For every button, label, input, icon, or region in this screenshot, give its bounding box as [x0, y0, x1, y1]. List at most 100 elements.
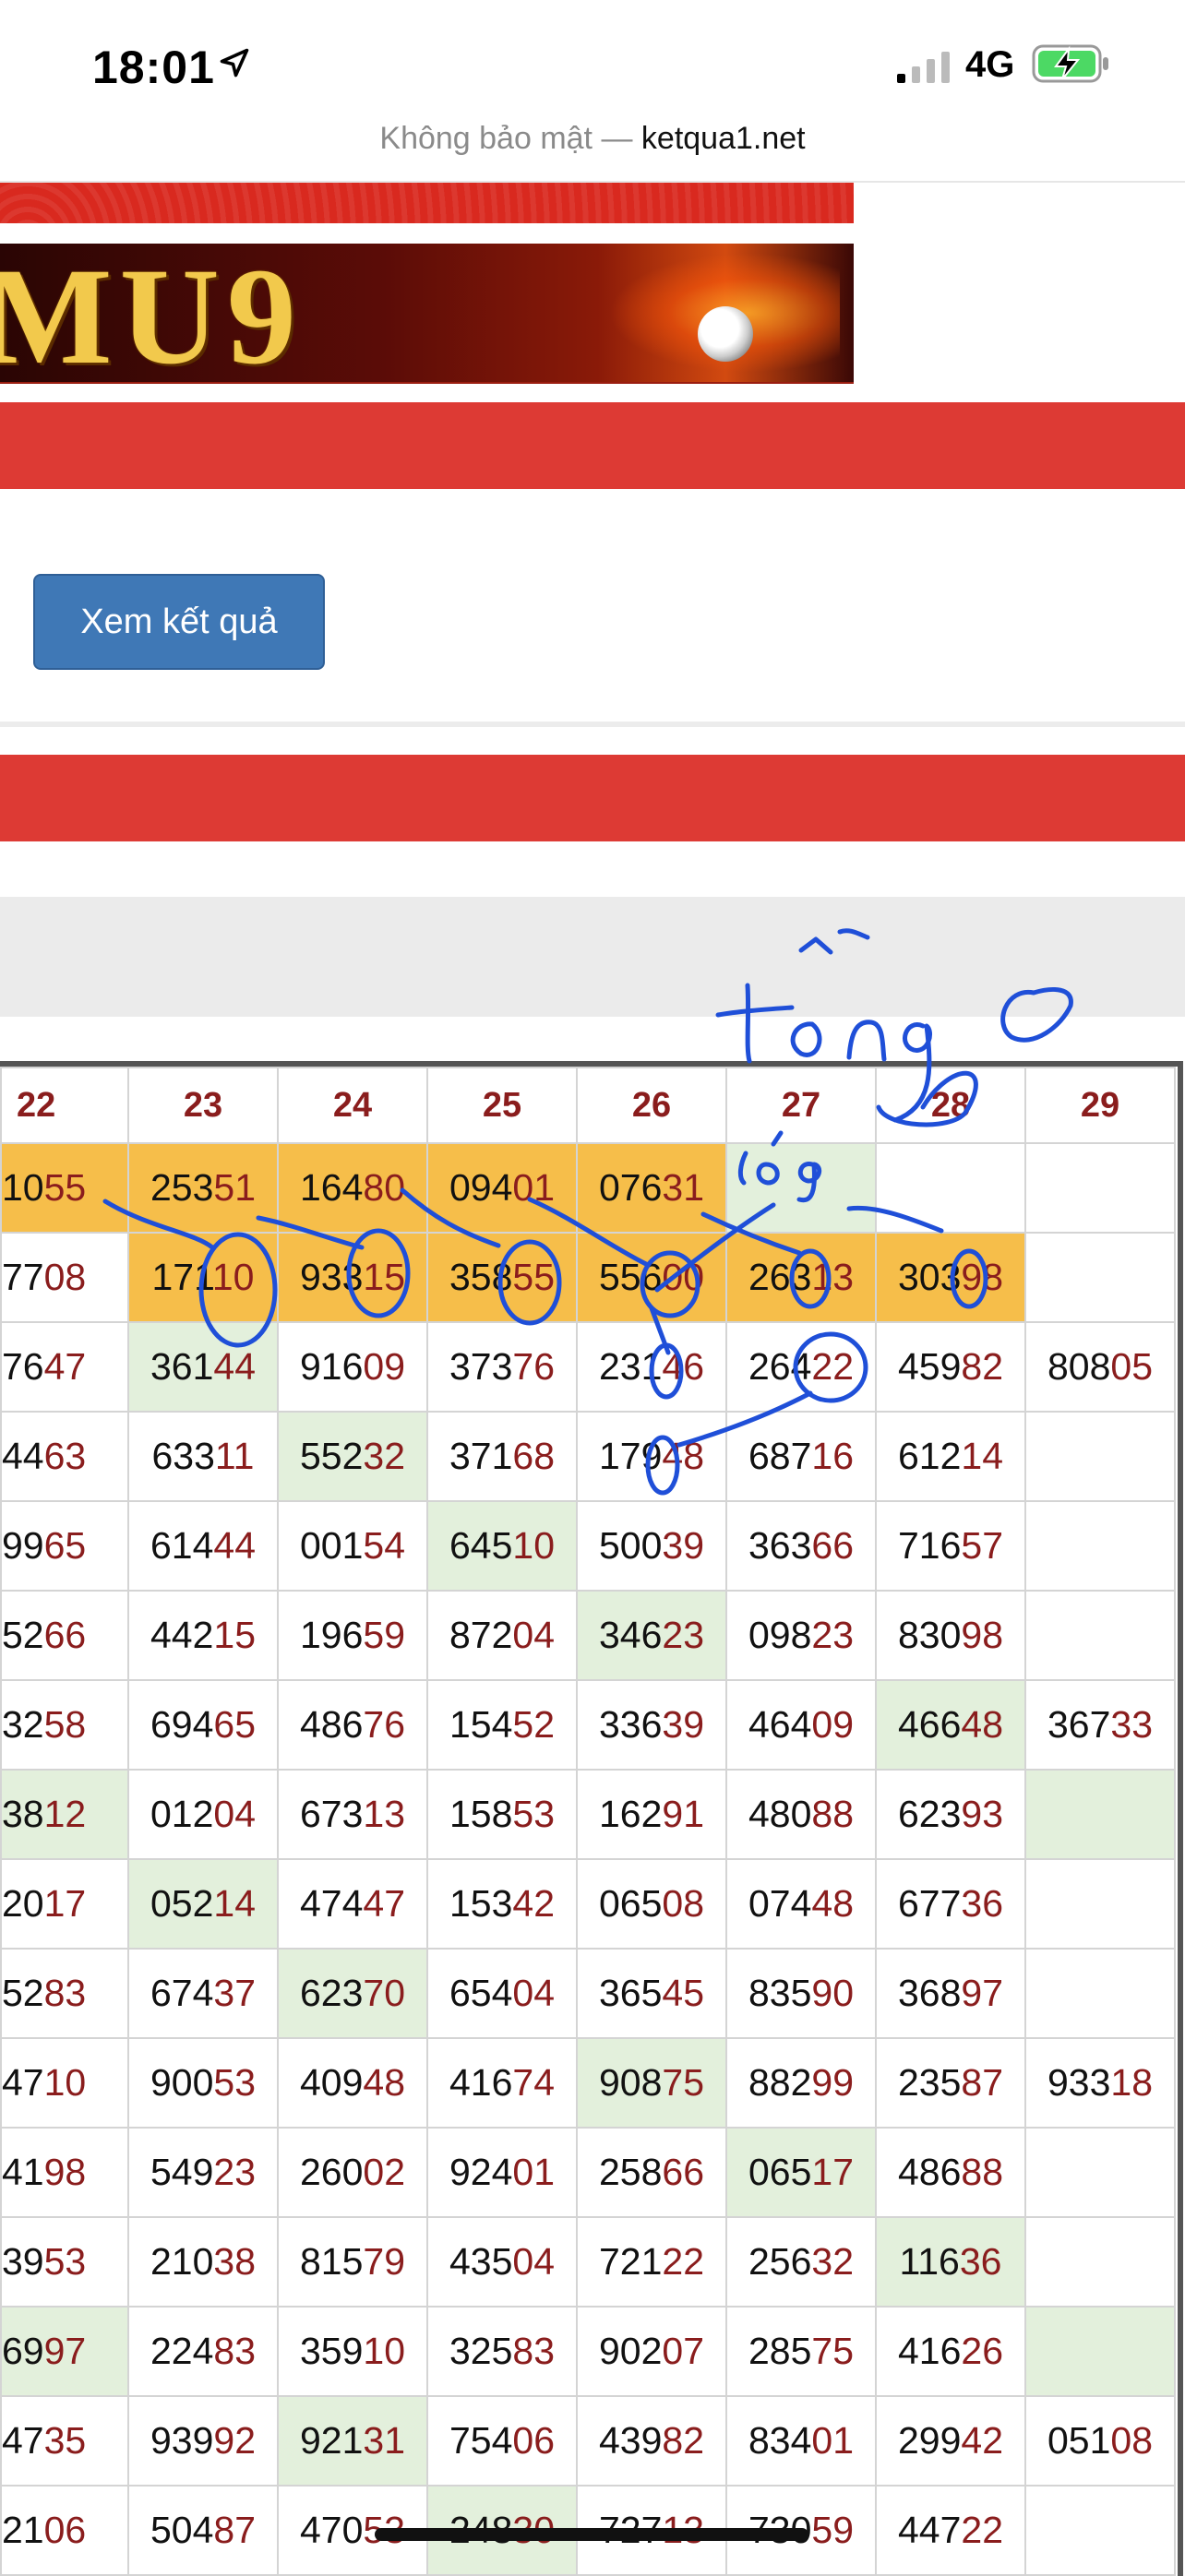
number-tail: 82 — [662, 2419, 705, 2462]
address-bar[interactable]: Không bảo mật — ketqua1.net — [0, 111, 1185, 166]
number-tail: 04 — [512, 1614, 556, 1656]
number-tail: 87 — [213, 2509, 257, 2551]
number-prefix: 235 — [897, 2061, 962, 2104]
result-cell: 62393 — [875, 1769, 1026, 1860]
column-header-27: 27 — [725, 1067, 877, 1144]
result-cell: 45982 — [875, 1321, 1026, 1413]
number-prefix: 99 — [2, 1524, 44, 1567]
number-prefix: 41 — [2, 2151, 44, 2193]
result-cell: 69465 — [127, 1679, 279, 1771]
result-cell: 07448 — [725, 1858, 877, 1950]
result-cell: 07631 — [576, 1142, 727, 1234]
soccer-ball-icon — [698, 306, 753, 362]
number-prefix: 116 — [899, 2240, 960, 2283]
result-cell — [875, 1142, 1026, 1234]
ad-banner[interactable]: MU9 — [0, 244, 854, 384]
result-cell: 63311 — [127, 1411, 279, 1502]
number-prefix: 20 — [2, 1882, 44, 1925]
number-prefix: 47 — [2, 2061, 44, 2104]
number-tail: 32 — [363, 1435, 406, 1477]
number-prefix: 303 — [897, 1256, 962, 1298]
column-header-26: 26 — [576, 1067, 727, 1144]
result-cell: 05108 — [1024, 2395, 1176, 2487]
number-tail: 98 — [961, 1256, 1004, 1298]
number-prefix: 721 — [598, 2240, 663, 2283]
result-cell: 34623 — [576, 1590, 727, 1681]
column-header-29: 29 — [1024, 1067, 1176, 1144]
result-cell: 62370 — [277, 1948, 428, 2039]
number-prefix: 371 — [449, 1435, 513, 1477]
number-prefix: 486 — [299, 1703, 364, 1746]
number-prefix: 52 — [2, 1972, 44, 2014]
number-prefix: 171 — [151, 1256, 212, 1298]
number-tail: 55 — [43, 1166, 87, 1209]
result-cell — [1024, 2216, 1176, 2308]
view-results-button[interactable]: Xem kết quả — [33, 574, 325, 670]
number-tail: 90 — [811, 1972, 855, 2014]
number-prefix: 260 — [299, 2151, 364, 2193]
number-tail: 33 — [1110, 1703, 1154, 1746]
number-tail: 15 — [363, 1256, 406, 1298]
number-tail: 36 — [959, 2240, 1002, 2283]
result-cell: 3258 — [0, 1679, 129, 1771]
number-tail: 22 — [662, 2240, 705, 2283]
number-tail: 51 — [213, 1166, 257, 1209]
result-cell: 23146 — [576, 1321, 727, 1413]
number-tail: 83 — [43, 1972, 87, 2014]
number-tail: 98 — [43, 2151, 87, 2193]
number-prefix: 694 — [150, 1703, 214, 1746]
number-prefix: 677 — [897, 1882, 962, 1925]
result-cell: 15853 — [426, 1769, 578, 1860]
number-tail: 36 — [961, 1882, 1004, 1925]
number-tail: 87 — [961, 2061, 1004, 2104]
number-tail: 70 — [363, 1972, 406, 2014]
result-cell: 37376 — [426, 1321, 578, 1413]
result-cell: 68716 — [725, 1411, 877, 1502]
number-tail: 76 — [512, 1345, 556, 1388]
number-tail: 53 — [512, 1793, 556, 1835]
number-tail: 98 — [961, 1614, 1004, 1656]
number-tail: 80 — [363, 1166, 406, 1209]
number-tail: 54 — [363, 1524, 406, 1567]
number-tail: 66 — [811, 1524, 855, 1567]
result-cell: 6997 — [0, 2306, 129, 2397]
site-host: ketqua1.net — [640, 121, 806, 156]
number-tail: 97 — [43, 2330, 87, 2372]
result-cell: 06517 — [725, 2127, 877, 2218]
result-cell: 92131 — [277, 2395, 428, 2487]
result-cell: 90207 — [576, 2306, 727, 2397]
result-cell: 90053 — [127, 2037, 279, 2129]
number-prefix: 258 — [598, 2151, 663, 2193]
number-prefix: 916 — [299, 1345, 364, 1388]
number-tail: 10 — [512, 1524, 556, 1567]
number-tail: 91 — [662, 1793, 705, 1835]
number-tail: 18 — [1110, 2061, 1154, 2104]
number-prefix: 196 — [299, 1614, 364, 1656]
number-prefix: 076 — [598, 1166, 663, 1209]
result-cell: 4735 — [0, 2395, 129, 2487]
location-arrow-icon — [220, 48, 249, 78]
result-cell: 36897 — [875, 1948, 1026, 2039]
number-tail: 17 — [43, 1882, 87, 1925]
result-cell — [1024, 1769, 1176, 1860]
result-cell: 25632 — [725, 2216, 877, 2308]
number-prefix: 552 — [299, 1435, 364, 1477]
number-tail: 26 — [961, 2330, 1004, 2372]
number-tail: 65 — [213, 1703, 257, 1746]
number-prefix: 924 — [449, 2151, 513, 2193]
table-row: 5266 44215 19659 87204 34623 09823 83098 — [0, 1590, 1176, 1681]
number-tail: 39 — [662, 1703, 705, 1746]
result-cell: 35910 — [277, 2306, 428, 2397]
number-prefix: 38 — [2, 1793, 44, 1835]
number-tail: 10 — [363, 2330, 406, 2372]
result-cell: 48088 — [725, 1769, 877, 1860]
table-row: 4463 63311 55232 37168 17948 68716 61214 — [0, 1411, 1176, 1502]
results-header-bar — [0, 755, 1185, 841]
number-tail: 75 — [811, 2330, 855, 2372]
result-cell: 9965 — [0, 1500, 129, 1592]
table-row: 3812 01204 67313 15853 16291 48088 62393 — [0, 1769, 1176, 1860]
result-cell: 4710 — [0, 2037, 129, 2129]
number-tail: 14 — [213, 1882, 257, 1925]
number-tail: 23 — [811, 1614, 855, 1656]
result-cell: 06508 — [576, 1858, 727, 1950]
